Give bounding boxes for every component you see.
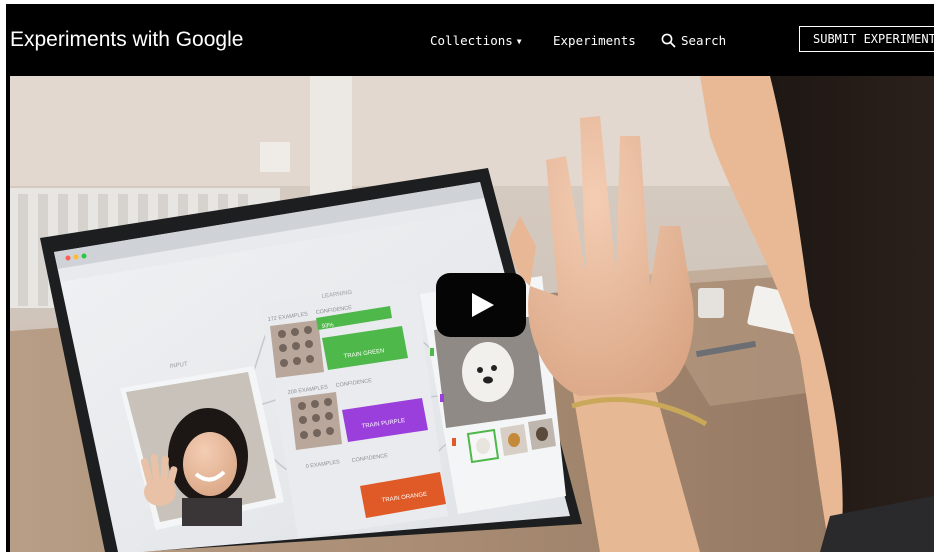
nav-collections[interactable]: Collections ▼: [430, 33, 522, 48]
hero-video[interactable]: LEARNING INPUT 172 EXAMPLES CONFIDENCE 2…: [10, 76, 934, 552]
play-icon: [472, 293, 494, 317]
caret-down-icon: ▼: [516, 37, 522, 46]
example-thumbnails-green: [270, 320, 324, 378]
page: Experiments with Google Collections ▼ Exp…: [6, 4, 934, 552]
nav-experiments[interactable]: Experiments: [553, 33, 636, 48]
top-nav: Experiments with Google Collections ▼ Exp…: [6, 4, 934, 76]
laptop: LEARNING INPUT 172 EXAMPLES CONFIDENCE 2…: [40, 168, 582, 552]
site-title[interactable]: Experiments with Google: [10, 28, 243, 52]
search-button[interactable]: Search: [661, 29, 726, 51]
search-label: Search: [681, 32, 727, 48]
example-thumbnails-purple: [290, 392, 342, 450]
nav-collections-label: Collections: [430, 33, 513, 48]
submit-experiment-button[interactable]: SUBMIT EXPERIMENT: [799, 26, 934, 52]
search-icon: [661, 33, 676, 47]
play-button[interactable]: [436, 273, 526, 337]
